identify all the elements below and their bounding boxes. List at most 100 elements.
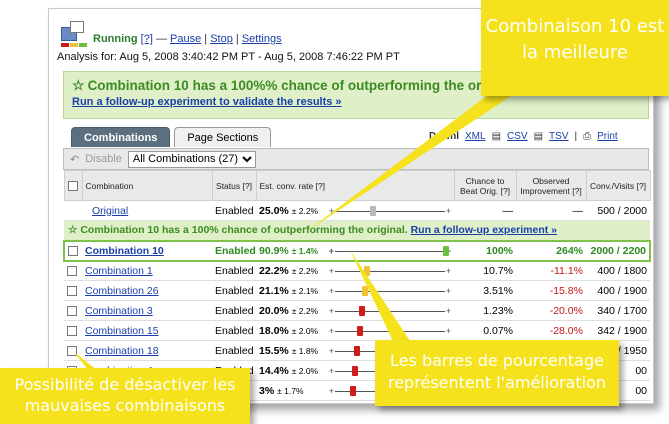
download-links: Downl XML ▤ CSV ▤ TSV | ⎙ Print — [429, 131, 618, 142]
row-checkbox[interactable] — [67, 305, 77, 316]
csv-icon: ▤ — [491, 131, 502, 142]
rate-value: 21.1% — [259, 284, 289, 297]
chance-cell: 1.23% — [454, 300, 516, 321]
rate-cell: 90.9% ± 1.4% ++ — [256, 239, 454, 262]
chance-cell: 3.51% — [454, 280, 516, 301]
winner-inline-banner: ☆ Combination 10 has a 100% chance of ou… — [64, 220, 650, 241]
conversion-range-bar: ++ — [328, 205, 451, 216]
rate-cell: 18.0% ± 2.0% + + — [256, 320, 454, 341]
row-checkbox[interactable] — [67, 325, 77, 336]
conversion-range-bar: ++ — [328, 325, 451, 336]
rate-cell: 20.0% ± 2.2% + + — [256, 300, 454, 321]
table-row: Combination 1 Enabled 22.2% ± 2.2% + + 10… — [64, 260, 650, 281]
table-row: Combination 26 Enabled 21.1% ± 2.1% + + 3… — [64, 280, 650, 301]
col-chance[interactable]: Chance to Beat Orig. [?] — [453, 170, 517, 201]
download-label: Downl — [429, 131, 459, 142]
col-improvement[interactable]: Observed Improvement [?] — [515, 170, 587, 201]
running-label: Running — [93, 33, 138, 45]
combination-link[interactable]: Combination 15 — [85, 325, 159, 337]
callout-bars: Les barres de pourcentage représentent l… — [375, 340, 619, 406]
col-status[interactable]: Status [?] — [211, 170, 257, 201]
status-cell: Enabled — [212, 300, 256, 321]
rate-value: 3% — [259, 384, 275, 397]
experiment-status: Running [?] — Pause | Stop | Settings — [93, 33, 282, 47]
rate-marker — [363, 265, 370, 276]
rate-cell: 25.0% ± 2.2% + + — [256, 200, 454, 221]
combination-link[interactable]: Combination 3 — [85, 305, 153, 317]
rate-marker — [351, 365, 358, 376]
rate-value: 15.5% — [259, 344, 289, 357]
table-row: Combination 3 Enabled 20.0% ± 2.2% + + 1.… — [64, 300, 650, 321]
rate-value: 22.2% — [259, 264, 289, 277]
stop-link[interactable]: Stop — [210, 33, 233, 45]
print-link[interactable]: Print — [597, 131, 618, 142]
tsv-icon: ▤ — [533, 131, 544, 142]
website-optimizer-logo-icon — [61, 21, 87, 47]
chance-cell: 10.7% — [454, 260, 516, 281]
status-help-link[interactable]: [?] — [141, 33, 153, 45]
rate-marker — [353, 345, 360, 356]
dash-separator: — — [155, 33, 167, 45]
row-checkbox[interactable] — [68, 245, 78, 256]
download-csv-link[interactable]: CSV — [507, 131, 528, 142]
rate-marker — [357, 325, 364, 336]
tab-page-sections[interactable]: Page Sections — [174, 127, 272, 147]
rate-value: 18.0% — [259, 324, 289, 337]
col-visits[interactable]: Conv./Visits [?] — [585, 170, 651, 201]
pause-link[interactable]: Pause — [170, 33, 201, 45]
rate-error: ± 1.7% — [277, 385, 304, 396]
combination-link[interactable]: Combination 10 — [85, 245, 164, 257]
table-row: Combination 15 Enabled 18.0% ± 2.0% + + 0… — [64, 320, 650, 341]
winner-inline-text: Combination 10 has a 100% chance of outp… — [80, 224, 408, 237]
combination-filter-select[interactable]: All Combinations (27) — [127, 150, 256, 168]
table-header: Combination Status [?] Est. conv. rate [… — [63, 170, 651, 201]
star-icon: ☆ — [72, 77, 85, 93]
settings-link[interactable]: Settings — [242, 33, 282, 45]
rate-error: ± 2.0% — [291, 325, 319, 336]
winner-summary-text: Combination 10 has a 100%% chance of out… — [87, 78, 517, 93]
conversion-range-bar: ++ — [328, 265, 451, 276]
rate-value: 90.9% — [259, 244, 289, 257]
chance-cell: — — [454, 200, 516, 221]
follow-up-link[interactable]: Run a follow-up experiment to validate t… — [72, 96, 640, 108]
combinations-toolbar: ↶ Disable All Combinations (27) — [63, 148, 649, 170]
star-icon: ☆ — [68, 224, 78, 237]
improvement-cell: — — [516, 200, 586, 221]
download-tsv-link[interactable]: TSV — [549, 131, 568, 142]
improvement-cell: -11.1% — [516, 260, 586, 281]
disable-button[interactable]: Disable — [85, 153, 122, 165]
status-cell: Enabled — [212, 200, 256, 221]
rate-marker — [361, 285, 368, 296]
combination-link[interactable]: Combination 26 — [85, 285, 159, 297]
separator: | — [204, 33, 208, 45]
table-row-winner: Combination 10 Enabled 90.9% ± 1.4% ++ 1… — [63, 239, 651, 262]
improvement-cell: -20.0% — [516, 300, 586, 321]
col-rate[interactable]: Est. conv. rate [?] — [255, 170, 455, 201]
visits-cell: 342 / 1900 — [586, 320, 650, 341]
rate-marker — [359, 305, 366, 316]
print-icon: ⎙ — [583, 131, 592, 142]
visits-cell: 400 / 1900 — [586, 280, 650, 301]
chance-cell: 0.07% — [454, 320, 516, 341]
rate-error: ± 2.2% — [291, 205, 319, 216]
row-checkbox[interactable] — [67, 285, 77, 296]
follow-up-inline-link[interactable]: Run a follow-up experiment » — [411, 224, 557, 236]
download-xml-link[interactable]: XML — [465, 131, 486, 142]
tab-combinations[interactable]: Combinations — [71, 127, 171, 147]
select-all-header — [63, 170, 83, 201]
original-link[interactable]: Original — [92, 205, 128, 217]
rate-marker — [350, 385, 357, 396]
combination-link[interactable]: Combination 1 — [85, 265, 153, 277]
rate-error: ± 1.8% — [291, 345, 319, 356]
analysis-period: Analysis for: Aug 5, 2008 3:40:42 PM PT … — [57, 51, 400, 63]
combination-link[interactable]: Combination 18 — [85, 345, 159, 357]
select-all-checkbox[interactable] — [68, 180, 78, 191]
conversion-range-bar: ++ — [328, 305, 451, 316]
separator: | — [574, 131, 578, 142]
rate-value: 25.0% — [259, 204, 289, 217]
status-bar: Running [?] — Pause | Stop | Settings — [61, 19, 282, 47]
status-cell: Enabled — [212, 260, 256, 281]
row-checkbox[interactable] — [67, 265, 77, 276]
col-combination[interactable]: Combination — [81, 170, 213, 201]
row-checkbox[interactable] — [67, 345, 77, 356]
